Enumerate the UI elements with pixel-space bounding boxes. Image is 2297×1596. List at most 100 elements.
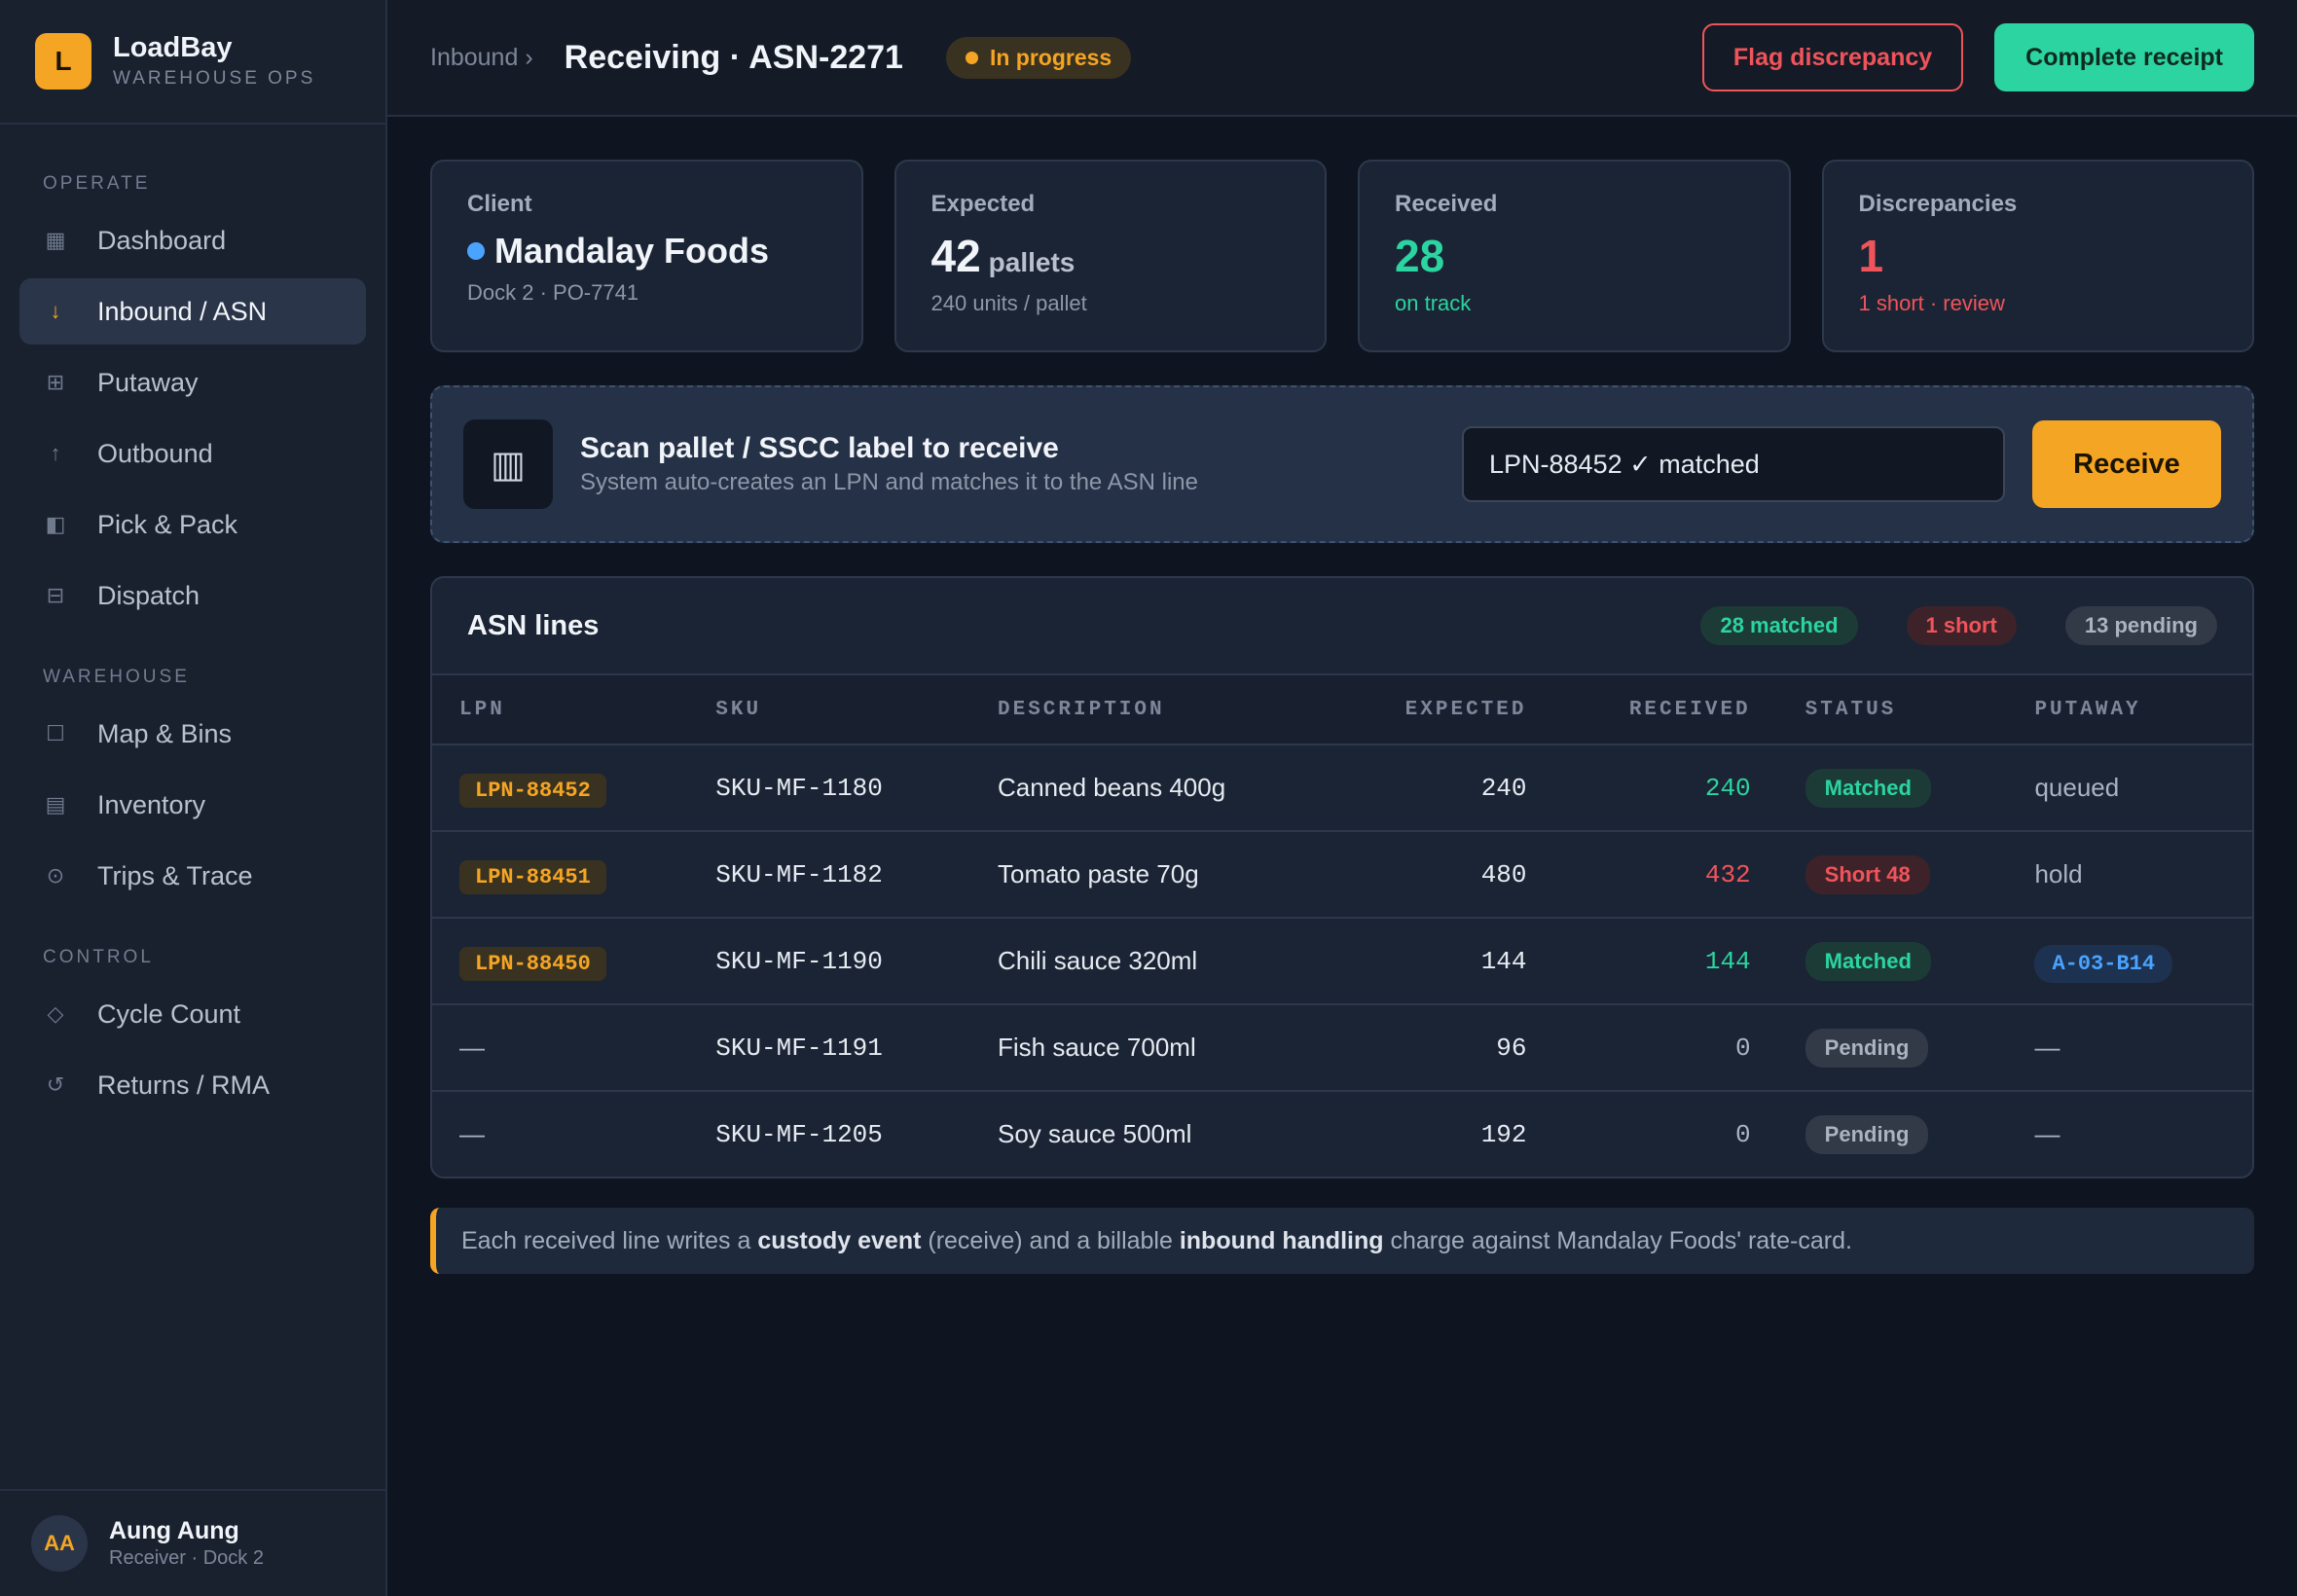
scan-title: Scan pallet / SSCC label to receive — [580, 432, 1059, 464]
description-cell: Canned beans 400g — [969, 744, 1331, 832]
lpn-cell: LPN-88451 — [432, 831, 689, 919]
client-label: Client — [467, 191, 532, 217]
brand: L LoadBay WAREHOUSE OPS — [0, 0, 385, 125]
nav-section-title: CONTROL — [43, 947, 154, 967]
table-row[interactable]: — SKU-MF-1191 Fish sauce 700ml 96 0 Pending — — [432, 1004, 2252, 1092]
sidebar-item-pick-pack[interactable]: ◧ Pick & Pack — [19, 491, 366, 558]
sidebar-item-inbound-asn[interactable]: ↓ Inbound / ASN — [19, 278, 366, 345]
short-count-badge: 1 short — [1906, 606, 2017, 645]
dispatch-icon: ⊟ — [46, 583, 65, 607]
putaway-cell: A-03-B14 — [2007, 918, 2252, 1005]
putaway-cell: hold — [2007, 831, 2252, 919]
status-badge: Pending — [1805, 1114, 1929, 1154]
received-card: Received 28 on track — [1358, 160, 1791, 352]
flag-discrepancy-button[interactable]: Flag discrepancy — [1701, 23, 1964, 91]
sidebar-item-label: Dispatch — [97, 580, 201, 610]
received-cell: 144 — [1553, 918, 1778, 1005]
status-cell: Short 48 — [1777, 831, 2008, 919]
client-card: Client Mandalay Foods Dock 2 · PO-7741 — [430, 160, 863, 352]
lpn-tag[interactable]: LPN-88451 — [459, 860, 606, 894]
user-name: Aung Aung — [109, 1517, 239, 1544]
sku-cell: SKU-MF-1182 — [688, 831, 970, 919]
column-header-putaway[interactable]: PUTAWAY — [2007, 675, 2252, 745]
table-row[interactable]: LPN-88451 SKU-MF-1182 Tomato paste 70g 480 4… — [432, 831, 2252, 919]
sidebar-item-label: Dashboard — [97, 225, 227, 255]
column-header-lpn[interactable]: LPN — [432, 675, 689, 745]
sidebar-item-inventory[interactable]: ▤ Inventory — [19, 772, 366, 838]
received-label: Received — [1395, 191, 1498, 217]
sidebar-item-dashboard[interactable]: ▦ Dashboard — [19, 207, 366, 273]
main: Inbound › Receiving · ASN-2271 In progre… — [387, 0, 2297, 1596]
sidebar-item-dispatch[interactable]: ⊟ Dispatch — [19, 562, 366, 629]
complete-receipt-button[interactable]: Complete receipt — [1994, 23, 2254, 91]
sidebar-item-label: Outbound — [97, 438, 213, 468]
expected-value: 42 — [930, 231, 981, 281]
lpn-tag[interactable]: LPN-88452 — [459, 774, 606, 808]
summary-cards: Client Mandalay Foods Dock 2 · PO-7741 E… — [430, 160, 2254, 352]
status-cell: Matched — [1777, 918, 2008, 1005]
sidebar-item-label: Cycle Count — [97, 998, 241, 1029]
status-cell: Pending — [1778, 1091, 2008, 1177]
trace-icon: ⊙ — [46, 863, 65, 888]
lpn-cell: LPN-88450 — [432, 918, 689, 1005]
expected-cell: 192 — [1480, 1119, 1527, 1149]
note-bold: custody event — [757, 1226, 922, 1254]
info-note: Each received line writes a custody even… — [430, 1208, 2254, 1274]
user-role: Receiver · Dock 2 — [109, 1547, 264, 1569]
putaway-cell: — — [2007, 1091, 2252, 1177]
grid-icon: ⊞ — [46, 370, 65, 394]
sidebar-item-label: Inbound / ASN — [97, 296, 268, 326]
brand-logo: L — [35, 33, 91, 90]
description-cell: Chili sauce 320ml — [969, 918, 1331, 1005]
diamond-icon: ◇ — [47, 1001, 64, 1026]
lpn-empty: — — [459, 1119, 485, 1148]
column-header-status[interactable]: STATUS — [1777, 675, 2008, 745]
column-header-expected[interactable]: EXPECTED — [1330, 675, 1554, 745]
brand-subtitle: WAREHOUSE OPS — [113, 67, 316, 89]
sku-cell: SKU-MF-1191 — [688, 1004, 970, 1092]
received-cell: 0 — [1553, 1004, 1778, 1092]
sku-cell: SKU-MF-1180 — [688, 744, 970, 832]
arrow-up-icon: ↑ — [50, 441, 61, 465]
discrepancies-sub: 1 short · review — [1858, 290, 2005, 315]
table-row[interactable]: LPN-88450 SKU-MF-1190 Chili sauce 320ml 144… — [432, 918, 2252, 1005]
sidebar-item-trips-trace[interactable]: ⊙ Trips & Trace — [19, 843, 366, 909]
sidebar-item-returns-rma[interactable]: ↺ Returns / RMA — [19, 1052, 366, 1118]
receive-button[interactable]: Receive — [2032, 420, 2221, 508]
breadcrumb[interactable]: Inbound › — [430, 44, 533, 72]
client-sub: Dock 2 · PO-7741 — [467, 279, 639, 305]
pending-count-badge: 13 pending — [2064, 606, 2217, 645]
nav-section-title: OPERATE — [43, 173, 151, 194]
expected-unit: pallets — [988, 247, 1076, 277]
page-title: Receiving · ASN-2271 — [564, 38, 903, 76]
description-cell: Tomato paste 70g — [969, 831, 1331, 919]
received-sub: on track — [1395, 290, 1472, 315]
inventory-icon: ▤ — [45, 792, 66, 816]
table-row[interactable]: — SKU-MF-1205 Soy sauce 500ml 192 0 Pending — — [432, 1091, 2252, 1177]
putaway-status: queued — [2034, 773, 2120, 802]
column-header-sku[interactable]: SKU — [688, 675, 970, 745]
matched-count-badge: 28 matched — [1700, 606, 1858, 645]
table-row[interactable]: LPN-88452 SKU-MF-1180 Canned beans 400g 240… — [432, 744, 2252, 832]
status-badge: In progress — [945, 36, 1132, 79]
sidebar-item-outbound[interactable]: ↑ Outbound — [19, 420, 366, 487]
sidebar-item-map-bins[interactable]: ☐ Map & Bins — [19, 701, 366, 767]
expected-cell: 96 — [1330, 1004, 1554, 1092]
sidebar-item-label: Map & Bins — [97, 718, 233, 748]
scan-input[interactable] — [1462, 426, 2005, 502]
lpn-tag[interactable]: LPN-88450 — [459, 947, 606, 981]
lpn-cell: — — [432, 1091, 688, 1177]
sidebar-item-cycle-count[interactable]: ◇ Cycle Count — [19, 981, 366, 1047]
sidebar-item-label: Inventory — [97, 789, 206, 819]
column-header-received[interactable]: RECEIVED — [1553, 675, 1778, 745]
nav-section-title: WAREHOUSE — [43, 667, 190, 687]
sidebar-item-label: Pick & Pack — [97, 509, 238, 539]
user-profile[interactable]: AA Aung Aung Receiver · Dock 2 — [0, 1489, 385, 1596]
sidebar-item-putaway[interactable]: ⊞ Putaway — [19, 349, 366, 416]
description-cell: Fish sauce 700ml — [969, 1004, 1331, 1092]
sidebar-nav: OPERATE ▦ Dashboard ↓ Inbound / ASN ⊞ Putaway ↑… — [0, 125, 385, 1118]
bin-location-tag[interactable]: A-03-B14 — [2034, 945, 2173, 983]
return-icon: ↺ — [46, 1072, 65, 1097]
putaway-cell: — — [2007, 1004, 2252, 1092]
column-header-description[interactable]: DESCRIPTION — [969, 675, 1331, 745]
